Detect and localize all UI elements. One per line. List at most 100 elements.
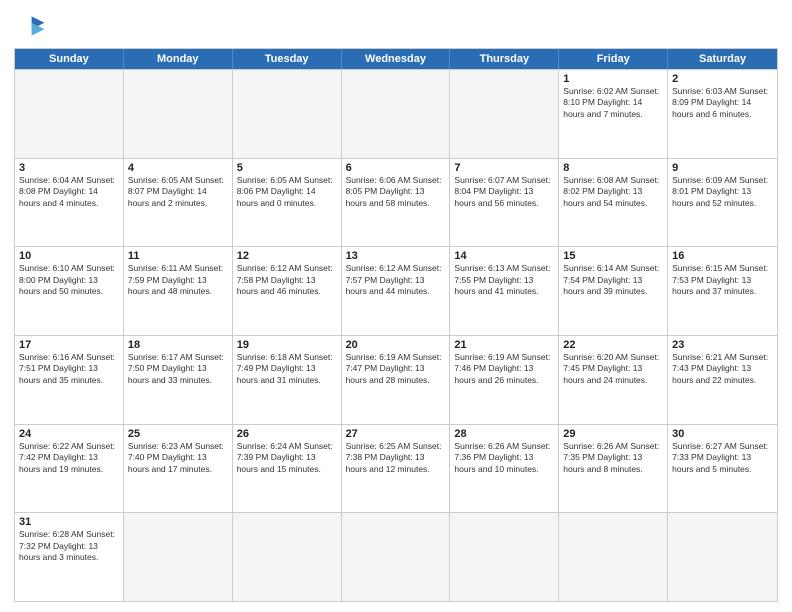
cal-cell: 15Sunrise: 6:14 AM Sunset: 7:54 PM Dayli…: [559, 247, 668, 335]
cal-cell: 10Sunrise: 6:10 AM Sunset: 8:00 PM Dayli…: [15, 247, 124, 335]
day-number: 12: [237, 250, 337, 262]
day-info: Sunrise: 6:27 AM Sunset: 7:33 PM Dayligh…: [672, 441, 773, 475]
day-info: Sunrise: 6:09 AM Sunset: 8:01 PM Dayligh…: [672, 175, 773, 209]
cal-cell: 4Sunrise: 6:05 AM Sunset: 8:07 PM Daylig…: [124, 159, 233, 247]
calendar-row-4: 24Sunrise: 6:22 AM Sunset: 7:42 PM Dayli…: [15, 424, 777, 513]
day-info: Sunrise: 6:15 AM Sunset: 7:53 PM Dayligh…: [672, 263, 773, 297]
day-number: 18: [128, 339, 228, 351]
day-info: Sunrise: 6:02 AM Sunset: 8:10 PM Dayligh…: [563, 86, 663, 120]
day-info: Sunrise: 6:08 AM Sunset: 8:02 PM Dayligh…: [563, 175, 663, 209]
day-info: Sunrise: 6:17 AM Sunset: 7:50 PM Dayligh…: [128, 352, 228, 386]
cal-cell: 14Sunrise: 6:13 AM Sunset: 7:55 PM Dayli…: [450, 247, 559, 335]
cal-cell: 24Sunrise: 6:22 AM Sunset: 7:42 PM Dayli…: [15, 425, 124, 513]
day-info: Sunrise: 6:21 AM Sunset: 7:43 PM Dayligh…: [672, 352, 773, 386]
day-info: Sunrise: 6:24 AM Sunset: 7:39 PM Dayligh…: [237, 441, 337, 475]
weekday-header-thursday: Thursday: [450, 49, 559, 69]
logo: [14, 10, 50, 42]
day-number: 28: [454, 428, 554, 440]
day-number: 27: [346, 428, 446, 440]
cal-cell: 9Sunrise: 6:09 AM Sunset: 8:01 PM Daylig…: [668, 159, 777, 247]
cal-cell: 29Sunrise: 6:26 AM Sunset: 7:35 PM Dayli…: [559, 425, 668, 513]
day-number: 16: [672, 250, 773, 262]
cal-cell: 22Sunrise: 6:20 AM Sunset: 7:45 PM Dayli…: [559, 336, 668, 424]
calendar-header: SundayMondayTuesdayWednesdayThursdayFrid…: [15, 49, 777, 69]
day-number: 20: [346, 339, 446, 351]
day-info: Sunrise: 6:22 AM Sunset: 7:42 PM Dayligh…: [19, 441, 119, 475]
day-number: 17: [19, 339, 119, 351]
cal-cell: [559, 513, 668, 601]
day-info: Sunrise: 6:14 AM Sunset: 7:54 PM Dayligh…: [563, 263, 663, 297]
day-number: 10: [19, 250, 119, 262]
day-info: Sunrise: 6:06 AM Sunset: 8:05 PM Dayligh…: [346, 175, 446, 209]
cal-cell: 8Sunrise: 6:08 AM Sunset: 8:02 PM Daylig…: [559, 159, 668, 247]
calendar-row-0: 1Sunrise: 6:02 AM Sunset: 8:10 PM Daylig…: [15, 69, 777, 158]
cal-cell: [342, 70, 451, 158]
day-number: 6: [346, 162, 446, 174]
cal-cell: 7Sunrise: 6:07 AM Sunset: 8:04 PM Daylig…: [450, 159, 559, 247]
day-info: Sunrise: 6:07 AM Sunset: 8:04 PM Dayligh…: [454, 175, 554, 209]
cal-cell: 5Sunrise: 6:05 AM Sunset: 8:06 PM Daylig…: [233, 159, 342, 247]
cal-cell: [124, 70, 233, 158]
cal-cell: 16Sunrise: 6:15 AM Sunset: 7:53 PM Dayli…: [668, 247, 777, 335]
cal-cell: 19Sunrise: 6:18 AM Sunset: 7:49 PM Dayli…: [233, 336, 342, 424]
day-info: Sunrise: 6:04 AM Sunset: 8:08 PM Dayligh…: [19, 175, 119, 209]
day-number: 30: [672, 428, 773, 440]
day-info: Sunrise: 6:26 AM Sunset: 7:36 PM Dayligh…: [454, 441, 554, 475]
day-number: 5: [237, 162, 337, 174]
day-number: 13: [346, 250, 446, 262]
day-number: 7: [454, 162, 554, 174]
day-number: 21: [454, 339, 554, 351]
cal-cell: [233, 513, 342, 601]
day-number: 26: [237, 428, 337, 440]
cal-cell: 28Sunrise: 6:26 AM Sunset: 7:36 PM Dayli…: [450, 425, 559, 513]
calendar-body: 1Sunrise: 6:02 AM Sunset: 8:10 PM Daylig…: [15, 69, 777, 601]
day-info: Sunrise: 6:03 AM Sunset: 8:09 PM Dayligh…: [672, 86, 773, 120]
cal-cell: 20Sunrise: 6:19 AM Sunset: 7:47 PM Dayli…: [342, 336, 451, 424]
cal-cell: 31Sunrise: 6:28 AM Sunset: 7:32 PM Dayli…: [15, 513, 124, 601]
day-info: Sunrise: 6:16 AM Sunset: 7:51 PM Dayligh…: [19, 352, 119, 386]
cal-cell: 3Sunrise: 6:04 AM Sunset: 8:08 PM Daylig…: [15, 159, 124, 247]
day-number: 2: [672, 73, 773, 85]
cal-cell: 1Sunrise: 6:02 AM Sunset: 8:10 PM Daylig…: [559, 70, 668, 158]
cal-cell: 23Sunrise: 6:21 AM Sunset: 7:43 PM Dayli…: [668, 336, 777, 424]
cal-cell: 25Sunrise: 6:23 AM Sunset: 7:40 PM Dayli…: [124, 425, 233, 513]
day-info: Sunrise: 6:12 AM Sunset: 7:58 PM Dayligh…: [237, 263, 337, 297]
day-number: 4: [128, 162, 228, 174]
cal-cell: [15, 70, 124, 158]
calendar-row-1: 3Sunrise: 6:04 AM Sunset: 8:08 PM Daylig…: [15, 158, 777, 247]
day-info: Sunrise: 6:10 AM Sunset: 8:00 PM Dayligh…: [19, 263, 119, 297]
day-number: 19: [237, 339, 337, 351]
day-info: Sunrise: 6:18 AM Sunset: 7:49 PM Dayligh…: [237, 352, 337, 386]
cal-cell: [342, 513, 451, 601]
page: SundayMondayTuesdayWednesdayThursdayFrid…: [0, 0, 792, 612]
cal-cell: 30Sunrise: 6:27 AM Sunset: 7:33 PM Dayli…: [668, 425, 777, 513]
day-info: Sunrise: 6:20 AM Sunset: 7:45 PM Dayligh…: [563, 352, 663, 386]
day-number: 31: [19, 516, 119, 528]
day-info: Sunrise: 6:23 AM Sunset: 7:40 PM Dayligh…: [128, 441, 228, 475]
day-info: Sunrise: 6:12 AM Sunset: 7:57 PM Dayligh…: [346, 263, 446, 297]
cal-cell: 26Sunrise: 6:24 AM Sunset: 7:39 PM Dayli…: [233, 425, 342, 513]
day-number: 1: [563, 73, 663, 85]
day-number: 3: [19, 162, 119, 174]
cal-cell: 17Sunrise: 6:16 AM Sunset: 7:51 PM Dayli…: [15, 336, 124, 424]
cal-cell: 21Sunrise: 6:19 AM Sunset: 7:46 PM Dayli…: [450, 336, 559, 424]
cal-cell: [668, 513, 777, 601]
weekday-header-friday: Friday: [559, 49, 668, 69]
cal-cell: 18Sunrise: 6:17 AM Sunset: 7:50 PM Dayli…: [124, 336, 233, 424]
day-number: 9: [672, 162, 773, 174]
day-info: Sunrise: 6:13 AM Sunset: 7:55 PM Dayligh…: [454, 263, 554, 297]
cal-cell: [450, 513, 559, 601]
day-number: 11: [128, 250, 228, 262]
weekday-header-saturday: Saturday: [668, 49, 777, 69]
calendar-row-2: 10Sunrise: 6:10 AM Sunset: 8:00 PM Dayli…: [15, 246, 777, 335]
cal-cell: [233, 70, 342, 158]
weekday-header-tuesday: Tuesday: [233, 49, 342, 69]
weekday-header-wednesday: Wednesday: [342, 49, 451, 69]
cal-cell: 2Sunrise: 6:03 AM Sunset: 8:09 PM Daylig…: [668, 70, 777, 158]
cal-cell: 12Sunrise: 6:12 AM Sunset: 7:58 PM Dayli…: [233, 247, 342, 335]
weekday-header-monday: Monday: [124, 49, 233, 69]
day-number: 25: [128, 428, 228, 440]
day-number: 29: [563, 428, 663, 440]
day-number: 22: [563, 339, 663, 351]
cal-cell: 11Sunrise: 6:11 AM Sunset: 7:59 PM Dayli…: [124, 247, 233, 335]
